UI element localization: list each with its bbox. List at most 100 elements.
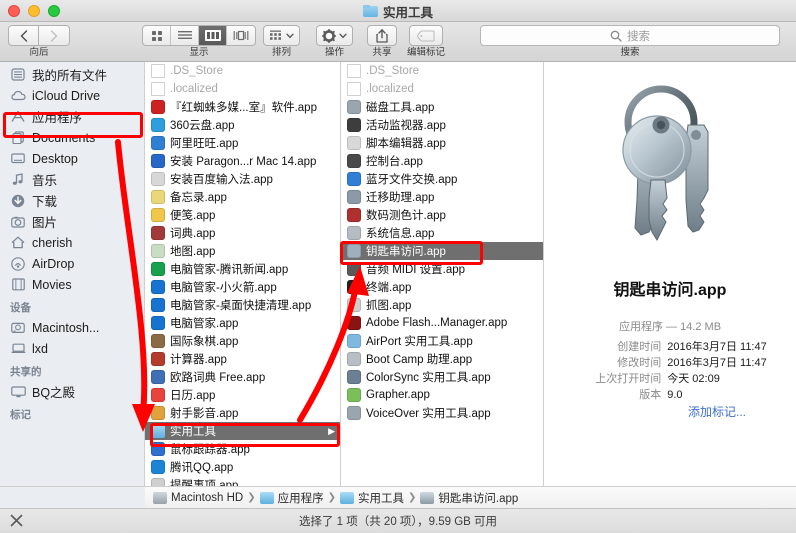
file-row[interactable]: 数码测色计.app [341, 206, 543, 224]
sidebar-item-macintosh[interactable]: Macintosh... [0, 317, 144, 338]
share-button[interactable] [367, 25, 397, 46]
bluetooth-icon [347, 172, 361, 186]
file-row[interactable]: 腾讯QQ.app [145, 458, 340, 476]
file-row[interactable]: 360云盘.app [145, 116, 340, 134]
splayer-icon [151, 406, 165, 420]
view-mode-segmented[interactable] [142, 25, 256, 46]
file-row[interactable]: 提醒事项.app [145, 476, 340, 486]
file-name: 电脑管家.app [170, 318, 239, 330]
sidebar-item-movies[interactable]: Movies [0, 274, 144, 295]
file-row[interactable]: 计算器.app [145, 350, 340, 368]
sidebar-item-[interactable]: 下载 [0, 190, 144, 211]
coverflow-view-button[interactable] [227, 26, 255, 45]
applications-column[interactable]: .DS_Store .localized 『红蜘蛛多媒...室』软件.app 360云… [145, 62, 341, 486]
sidebar-item-label: Movies [32, 277, 72, 292]
folder-icon [362, 5, 378, 17]
file-row[interactable]: 地图.app [145, 242, 340, 260]
action-button[interactable] [316, 25, 353, 46]
file-row[interactable]: 便笺.app [145, 206, 340, 224]
sidebar-item-[interactable]: 图片 [0, 211, 144, 232]
sidebar-item-[interactable]: 我的所有文件 [0, 64, 144, 85]
file-row[interactable]: 阿里旺旺.app [145, 134, 340, 152]
utilities-column[interactable]: .DS_Store .localized 磁盘工具.app 活动监视器.app 脚本编辑… [341, 62, 544, 486]
file-row[interactable]: 迁移助理.app [341, 188, 543, 206]
back-button[interactable] [8, 25, 39, 46]
file-row[interactable]: .DS_Store [341, 62, 543, 80]
sidebar-item-desktop[interactable]: Desktop [0, 148, 144, 169]
file-row[interactable]: Boot Camp 助理.app [341, 350, 543, 368]
migration-assistant-icon [347, 190, 361, 204]
file-row[interactable]: .localized [341, 80, 543, 98]
file-row[interactable]: 电脑管家-桌面快捷清理.app [145, 296, 340, 314]
file-row[interactable]: 国际象棋.app [145, 332, 340, 350]
home-icon [10, 235, 26, 250]
close-x-icon[interactable] [10, 514, 23, 530]
breadcrumb[interactable]: Macintosh HD ❯ 应用程序 ❯ 实用工具 ❯ 钥匙串访问.app [145, 486, 796, 508]
file-row[interactable]: 实用工具 ▶ [145, 422, 340, 440]
file-row[interactable]: 安装 Paragon...r Mac 14.app [145, 152, 340, 170]
sidebar[interactable]: 我的所有文件 iCloud Drive 应用程序 Documents Desktop 音乐… [0, 62, 145, 486]
file-row[interactable]: 钥匙串访问.app [341, 242, 543, 260]
breadcrumb-item[interactable]: 应用程序 [259, 490, 324, 506]
file-row[interactable]: 电脑管家.app [145, 314, 340, 332]
file-row[interactable]: ColorSync 实用工具.app [341, 368, 543, 386]
file-row[interactable]: 电脑管家-腾讯新闻.app [145, 260, 340, 278]
file-row[interactable]: 电脑管家-小火箭.app [145, 278, 340, 296]
sidebar-item-bq[interactable]: BQ之殿 [0, 381, 144, 402]
column-view-button[interactable] [199, 26, 227, 45]
forward-button[interactable] [39, 25, 70, 46]
sidebar-item-lxd[interactable]: lxd [0, 338, 144, 359]
file-name: 音频 MIDI 设置.app [366, 264, 466, 276]
file-row[interactable]: Adobe Flash...Manager.app [341, 314, 543, 332]
file-row[interactable]: 词典.app [145, 224, 340, 242]
blank-doc-icon [347, 64, 361, 78]
file-name: 脚本编辑器.app [366, 138, 446, 150]
breadcrumb-item[interactable]: 实用工具 [340, 490, 404, 506]
file-row[interactable]: 『红蜘蛛多媒...室』软件.app [145, 98, 340, 116]
icon-view-button[interactable] [143, 26, 171, 45]
search-input[interactable]: 搜索 [480, 25, 780, 46]
arrange-button[interactable] [263, 25, 300, 46]
sidebar-item-airdrop[interactable]: AirDrop [0, 253, 144, 274]
file-row[interactable]: 射手影音.app [145, 404, 340, 422]
file-row[interactable]: 控制台.app [341, 152, 543, 170]
music-icon [10, 172, 26, 187]
file-row[interactable]: 系统信息.app [341, 224, 543, 242]
file-row[interactable]: 抓图.app [341, 296, 543, 314]
sidebar-shared: BQ之殿 [0, 381, 144, 402]
keychain-access-icon [347, 244, 361, 258]
file-row[interactable]: 日历.app [145, 386, 340, 404]
file-row[interactable]: 欧路词典 Free.app [145, 368, 340, 386]
file-row[interactable]: .localized [145, 80, 340, 98]
file-row[interactable]: 磁盘工具.app [341, 98, 543, 116]
file-row[interactable]: 备忘录.app [145, 188, 340, 206]
file-row[interactable]: 安装百度输入法.app [145, 170, 340, 188]
file-row[interactable]: Grapher.app [341, 386, 543, 404]
maps-icon [151, 244, 165, 258]
file-row[interactable]: 脚本编辑器.app [341, 134, 543, 152]
sidebar-item-label: BQ之殿 [32, 386, 76, 400]
file-row[interactable]: 音频 MIDI 设置.app [341, 260, 543, 278]
breadcrumb-item[interactable]: 钥匙串访问.app [420, 490, 518, 506]
file-row[interactable]: 活动监视器.app [341, 116, 543, 134]
sidebar-item-documents[interactable]: Documents [0, 127, 144, 148]
file-row[interactable]: 鼠标跟踪器.app [145, 440, 340, 458]
adobe-flash-icon [347, 316, 361, 330]
file-row[interactable]: VoiceOver 实用工具.app [341, 404, 543, 422]
file-name: 提醒事项.app [170, 480, 239, 486]
sidebar-item-cherish[interactable]: cherish [0, 232, 144, 253]
breadcrumb-item[interactable]: Macintosh HD [153, 491, 243, 504]
sidebar-item-[interactable]: 应用程序 [0, 106, 144, 127]
list-view-button[interactable] [171, 26, 199, 45]
edit-tags-button[interactable] [409, 25, 443, 46]
file-row[interactable]: 蓝牙文件交换.app [341, 170, 543, 188]
add-tag-link[interactable]: 添加标记... [688, 404, 746, 420]
file-row[interactable]: .DS_Store [145, 62, 340, 80]
file-row[interactable]: 终端.app [341, 278, 543, 296]
file-row[interactable]: AirPort 实用工具.app [341, 332, 543, 350]
utilities-folder-icon [151, 424, 165, 438]
sidebar-item-label: Macintosh... [32, 320, 100, 335]
grapher-icon [347, 388, 361, 402]
sidebar-item-icloud-drive[interactable]: iCloud Drive [0, 85, 144, 106]
sidebar-item-[interactable]: 音乐 [0, 169, 144, 190]
